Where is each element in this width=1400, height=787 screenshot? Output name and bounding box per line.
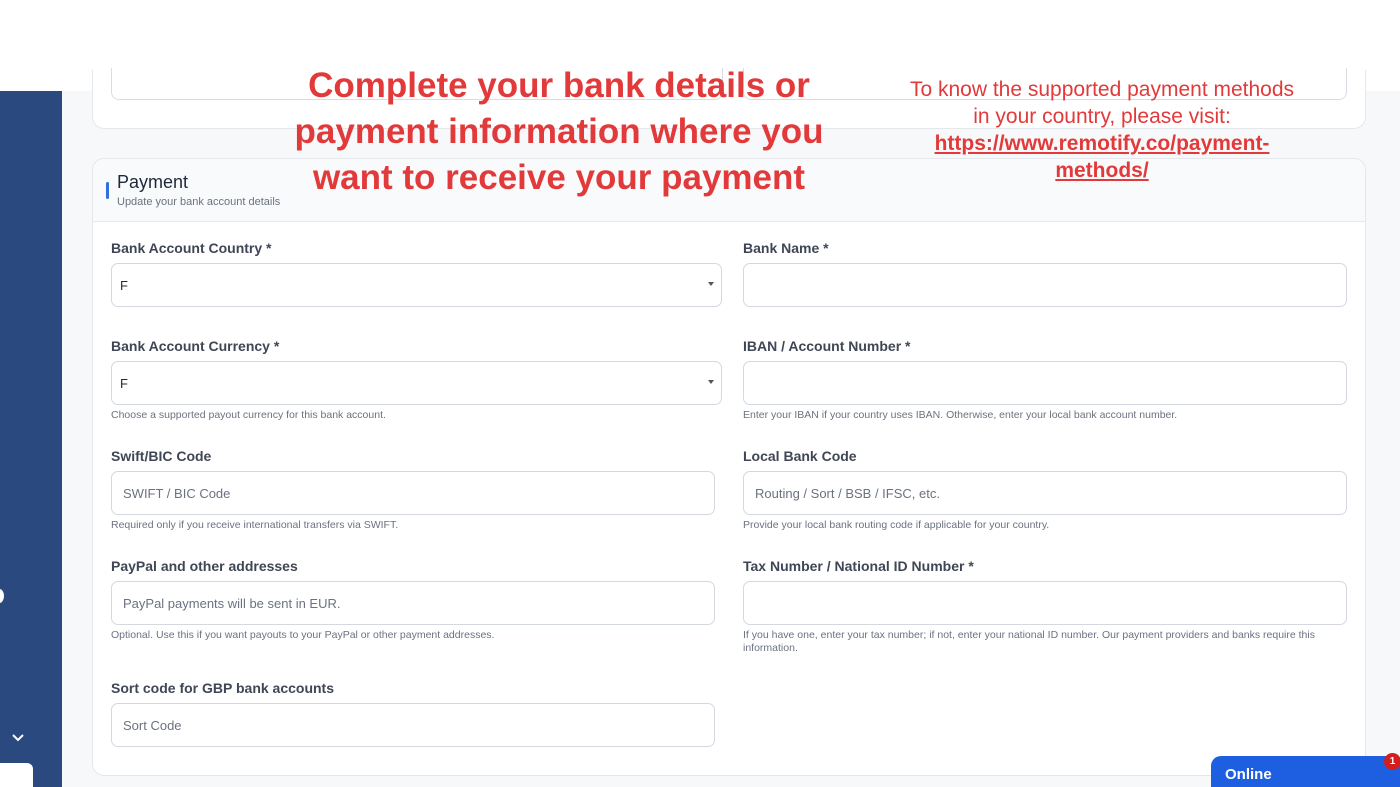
paypal-input[interactable] <box>111 581 715 625</box>
bank-account-country-label: Bank Account Country * <box>111 240 272 256</box>
swift-hint: Required only if you receive internation… <box>111 519 399 531</box>
sidebar-dot[interactable] <box>0 589 4 603</box>
annotation-note: To know the supported payment methods in… <box>893 76 1311 184</box>
payment-methods-link-text: methods/ <box>1055 159 1149 182</box>
bank-account-country-value: F <box>120 278 128 293</box>
chat-widget[interactable]: Online <box>1211 756 1400 787</box>
bank-account-country-select[interactable]: F <box>111 263 722 307</box>
bank-account-currency-hint: Choose a supported payout currency for t… <box>111 409 386 421</box>
sidebar <box>0 91 62 787</box>
iban-label: IBAN / Account Number * <box>743 338 911 354</box>
caret-down-icon <box>708 282 714 286</box>
annotation-headline-line: Complete your bank details or <box>308 66 810 105</box>
swift-label: Swift/BIC Code <box>111 448 212 464</box>
local-bank-code-input[interactable] <box>743 471 1347 515</box>
sort-code-input[interactable] <box>111 703 715 747</box>
local-bank-code-label: Local Bank Code <box>743 448 857 464</box>
annotation-headline-line: payment information where you <box>294 112 824 151</box>
tax-number-hint: If you have one, enter your tax number; … <box>743 629 1315 654</box>
payment-methods-link[interactable]: https://www.remotify.co/payment- methods… <box>893 130 1311 184</box>
section-accent-bar <box>106 182 109 199</box>
payment-subtitle: Update your bank account details <box>117 196 281 208</box>
bank-account-currency-value: F <box>120 376 128 391</box>
bank-account-currency-label: Bank Account Currency * <box>111 338 280 354</box>
swift-input[interactable] <box>111 471 715 515</box>
chat-notification-badge: 1 <box>1384 753 1400 770</box>
bank-name-label: Bank Name * <box>743 240 829 256</box>
sidebar-button[interactable] <box>0 763 33 787</box>
bank-name-input[interactable] <box>743 263 1347 307</box>
tax-number-label: Tax Number / National ID Number * <box>743 558 974 574</box>
bank-account-currency-select[interactable]: F <box>111 361 722 405</box>
annotation-headline: Complete your bank details or payment in… <box>286 63 832 201</box>
paypal-hint: Optional. Use this if you want payouts t… <box>111 629 495 641</box>
page: Payment Update your bank account details… <box>0 0 1400 787</box>
iban-hint: Enter your IBAN if your country uses IBA… <box>743 409 1178 421</box>
iban-input[interactable] <box>743 361 1347 405</box>
payment-title: Payment <box>117 172 189 192</box>
annotation-note-line: To know the supported payment methods <box>909 78 1295 101</box>
annotation-note-line: in your country, please visit: <box>973 105 1231 128</box>
sort-code-label: Sort code for GBP bank accounts <box>111 680 335 696</box>
payment-methods-link-text: https://www.remotify.co/payment- <box>934 132 1270 155</box>
local-bank-code-hint: Provide your local bank routing code if … <box>743 519 1050 531</box>
tax-number-input[interactable] <box>743 581 1347 625</box>
chat-status-label: Online <box>1225 766 1272 783</box>
caret-down-icon <box>708 380 714 384</box>
chevron-down-icon[interactable] <box>10 731 26 745</box>
paypal-label: PayPal and other addresses <box>111 558 298 574</box>
annotation-headline-line: want to receive your payment <box>312 158 806 197</box>
